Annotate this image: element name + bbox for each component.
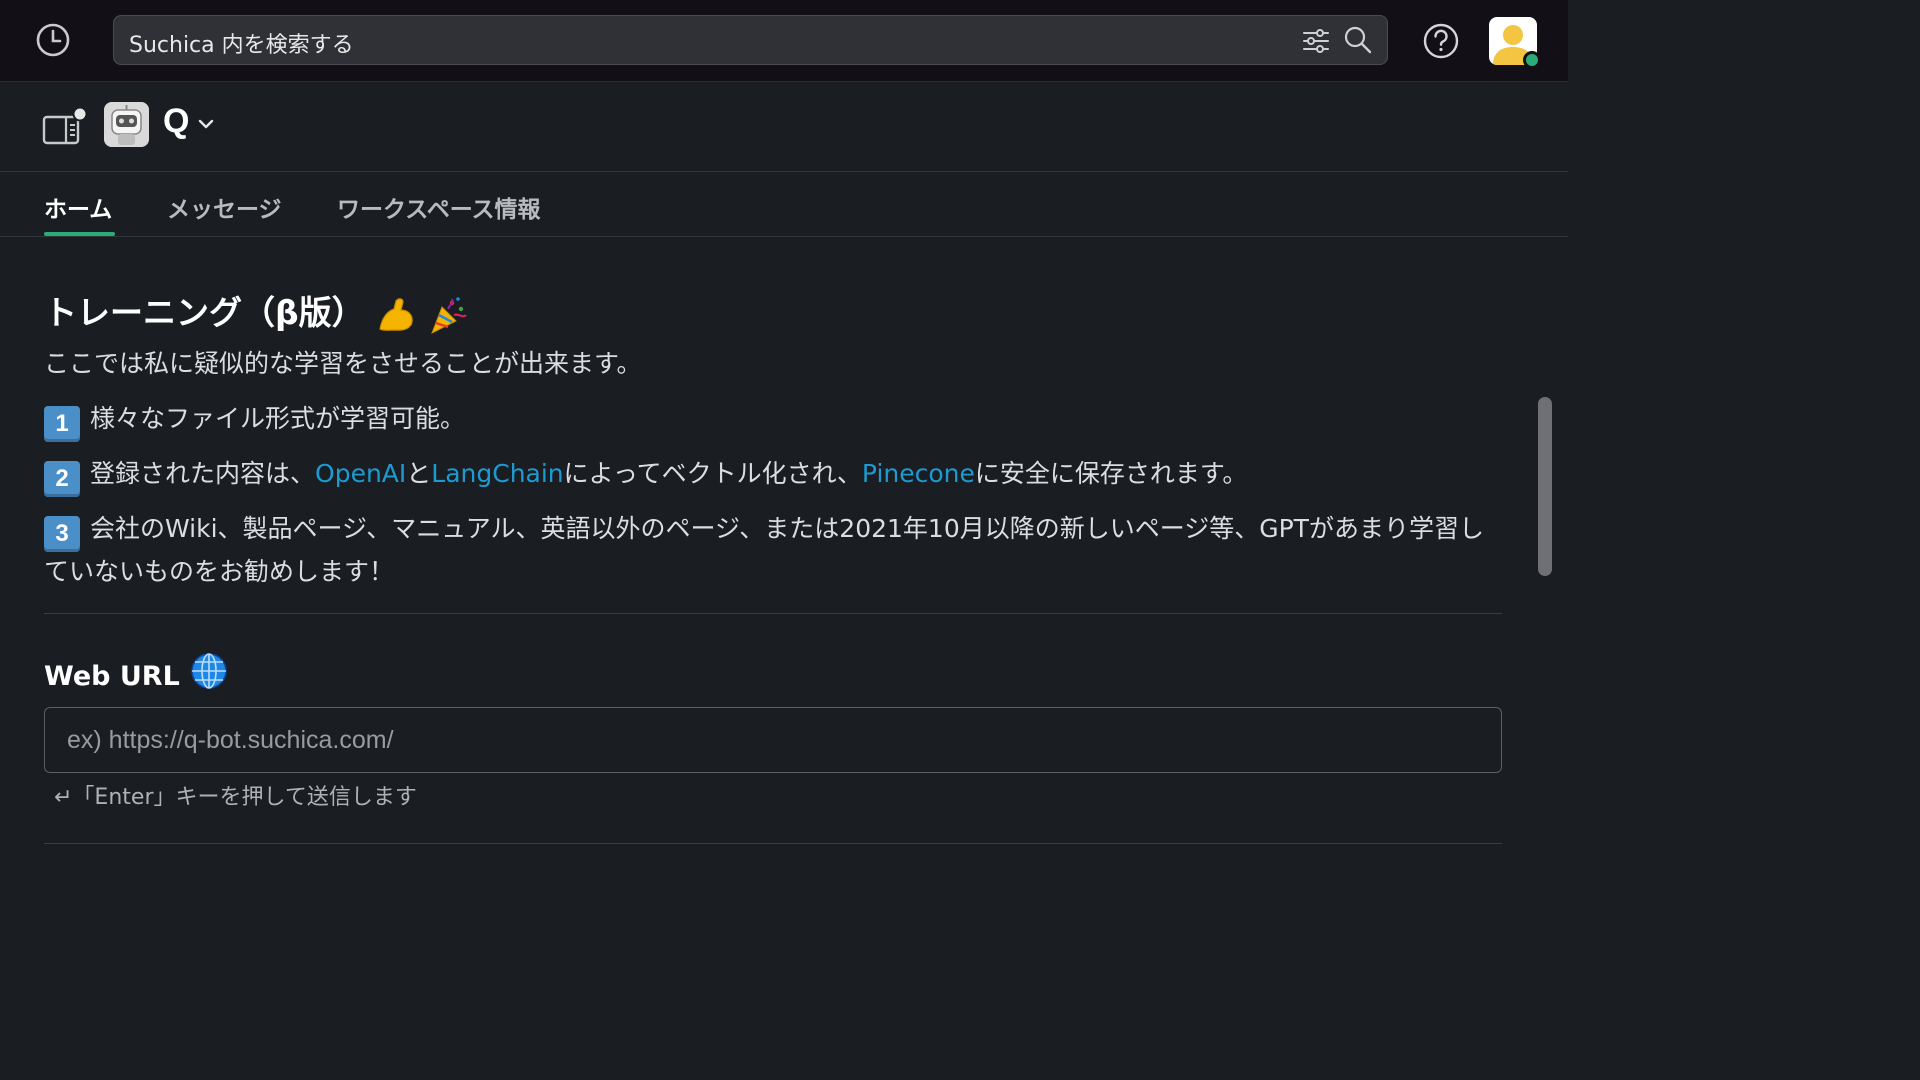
pinecone-link[interactable]: Pinecone — [862, 459, 975, 488]
tab-workspace-info[interactable]: ワークスペース情報 — [337, 190, 541, 224]
training-heading: トレーニング（β版） — [44, 286, 468, 335]
flexed-biceps-icon — [379, 297, 413, 331]
feature-item-2-pre: 登録された内容は、 — [90, 459, 316, 488]
feature-item-2: 2 登録された内容は、OpenAIとLangChainによってベクトル化され、Pi… — [44, 454, 1247, 497]
keycap-three-icon: 3 — [44, 516, 80, 552]
langchain-link[interactable]: LangChain — [431, 459, 563, 488]
clock-icon — [36, 23, 70, 57]
training-title: トレーニング（β版） — [44, 293, 365, 332]
tab-home[interactable]: ホーム — [44, 190, 112, 224]
history-button[interactable] — [33, 20, 73, 60]
feature-item-2-mid2: によってベクトル化され、 — [563, 459, 862, 488]
party-popper-icon — [430, 296, 467, 334]
web-url-label: Web URL — [44, 661, 180, 692]
openai-link[interactable]: OpenAI — [315, 459, 406, 488]
section-divider — [44, 613, 1502, 614]
bot-avatar[interactable] — [104, 102, 149, 147]
feature-item-1: 1 様々なファイル形式が学習可能。 — [44, 399, 465, 442]
filter-icon[interactable] — [1301, 26, 1331, 56]
submit-hint: ↵「Enter」キーを押して送信します — [54, 785, 417, 810]
tab-messages[interactable]: メッセージ — [167, 190, 282, 224]
feature-item-2-post: に安全に保存されます。 — [974, 459, 1248, 488]
search-icon[interactable] — [1343, 25, 1373, 55]
active-tab-indicator — [44, 232, 115, 236]
feature-item-1-text: 様々なファイル形式が学習可能。 — [90, 404, 466, 433]
web-url-heading: Web URL — [44, 651, 229, 692]
feature-item-3-text: 会社のWiki、製品ページ、マニュアル、英語以外のページ、または2021年10月… — [44, 514, 1484, 586]
scrollbar-thumb[interactable] — [1538, 397, 1552, 576]
feature-item-2-mid1: と — [406, 459, 432, 488]
chevron-down-icon[interactable] — [196, 114, 216, 134]
keycap-two-icon: 2 — [44, 461, 80, 497]
robot-icon — [104, 102, 149, 147]
search-text[interactable]: Suchica 内を検索する — [129, 27, 354, 59]
bot-name[interactable]: Q — [163, 102, 189, 141]
top-bar: Suchica 内を検索する — [0, 0, 1568, 82]
keycap-one-icon: 1 — [44, 406, 80, 442]
presence-indicator — [1523, 51, 1541, 69]
globe-icon — [191, 653, 227, 689]
sidebar-toggle-icon[interactable] — [42, 107, 88, 147]
help-icon[interactable] — [1421, 21, 1461, 61]
feature-item-3: 3 会社のWiki、製品ページ、マニュアル、英語以外のページ、または2021年10… — [44, 509, 1484, 592]
search-bar[interactable]: Suchica 内を検索する — [113, 15, 1388, 65]
conversation-header: Q — [0, 82, 1568, 172]
section-divider-bottom — [44, 843, 1502, 844]
training-intro: ここでは私に疑似的な学習をさせることが出来ます。 — [44, 349, 642, 378]
tab-bar: ホーム メッセージ ワークスペース情報 — [0, 172, 1568, 237]
web-url-input[interactable] — [44, 707, 1502, 773]
